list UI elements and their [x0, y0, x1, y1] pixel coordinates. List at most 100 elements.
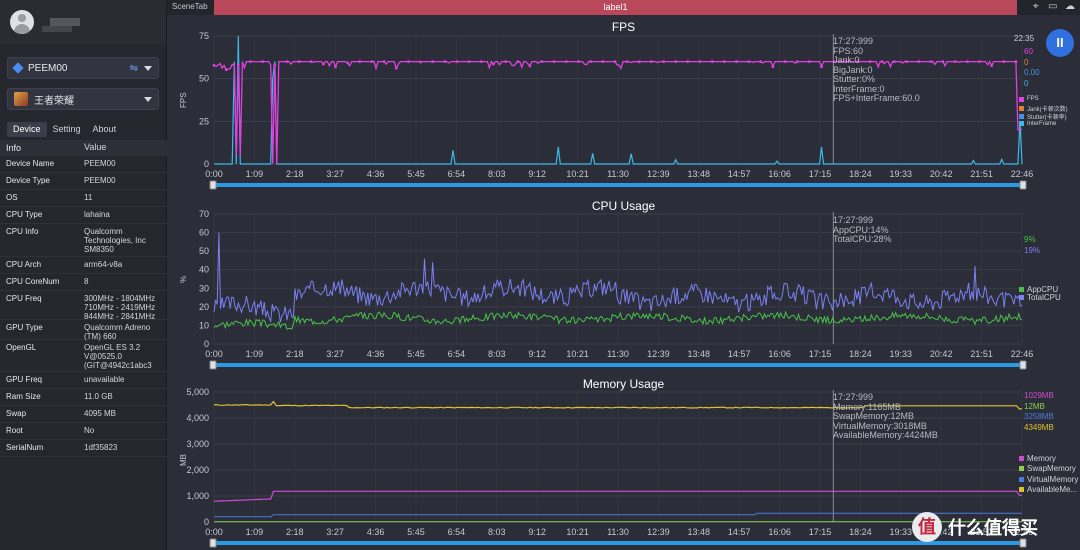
- x-tick-label: 20:42: [930, 169, 953, 179]
- x-tick-label: 2:18: [286, 527, 304, 537]
- legend-label: SwapMemory: [1027, 464, 1076, 474]
- x-tick-label: 3:27: [326, 349, 344, 359]
- user-id-blurred: [42, 26, 72, 32]
- data-point: [321, 62, 325, 66]
- legend-label: FPS: [1027, 96, 1039, 102]
- legend-item[interactable]: TotalCPU: [1019, 293, 1061, 302]
- current-value: 4349MB: [1024, 422, 1054, 432]
- x-tick-label: 1:09: [246, 527, 264, 537]
- data-point: [783, 60, 787, 63]
- app-icon: [14, 92, 28, 106]
- data-point: [273, 63, 277, 67]
- legend-swatch: [1019, 466, 1024, 472]
- data-point: [249, 60, 252, 63]
- watermark-text: 什么值得买: [948, 518, 1038, 538]
- tab-setting[interactable]: Setting: [47, 122, 87, 137]
- cpu-plot: 70 60 50 40 30 20 10 00:00 1:09 2:18 3:27 4:36 5:45 6…: [199, 209, 1033, 370]
- data-point: [710, 60, 714, 63]
- y-tick-label: 3,000: [186, 439, 209, 449]
- x-tick-label: 11:30: [607, 169, 629, 179]
- list-item: Swap 4095 MB: [0, 406, 167, 423]
- data-point: [686, 60, 690, 63]
- user-profile[interactable]: [0, 0, 166, 44]
- info-value: 11: [84, 193, 93, 202]
- data-point: [589, 60, 593, 63]
- data-point: [929, 60, 933, 63]
- hover-tooltip: 17:27:999 AppCPU:14% TotalCPU:28%: [833, 215, 892, 245]
- x-tick-label: 16:06: [768, 527, 791, 537]
- list-item: CPU Freq 300MHz - 1804MHz 710MHz - 2419MH…: [0, 291, 167, 321]
- x-tick-label: 19:33: [890, 349, 913, 359]
- data-point: [795, 60, 799, 63]
- folder-icon[interactable]: ▭: [1048, 1, 1057, 12]
- connection-icon[interactable]: ⇋: [130, 63, 138, 74]
- data-point: [990, 64, 994, 67]
- info-key: Ram Size: [6, 392, 41, 401]
- legend-swatch: [1019, 476, 1024, 482]
- legend-item[interactable]: AvailableMe...: [1019, 485, 1077, 494]
- time-scrollbar: [214, 541, 1022, 545]
- info-key: SerialNum: [6, 443, 44, 452]
- x-tick-label: 10:21: [566, 169, 589, 179]
- legend-item[interactable]: Memory: [1019, 454, 1056, 463]
- list-item: Root No: [0, 423, 167, 440]
- legend-item[interactable]: FPS: [1019, 96, 1039, 102]
- legend-swatch: [1019, 121, 1024, 127]
- current-value: 0: [1024, 78, 1029, 88]
- x-tick-label: 5:45: [407, 527, 425, 537]
- table-header: Info Value: [0, 140, 167, 156]
- data-point: [346, 61, 350, 65]
- info-value: OpenGL ES 3.2 V@0525.0 (GIT@4942c1abc3: [84, 343, 152, 370]
- data-point: [807, 60, 811, 63]
- x-tick-label: 5:45: [407, 349, 425, 359]
- info-key: CPU Info: [6, 227, 39, 236]
- x-tick-label: 6:54: [448, 169, 466, 179]
- tab-about[interactable]: About: [87, 122, 123, 137]
- location-icon[interactable]: ⌖: [1033, 1, 1039, 12]
- y-tick-label: 10: [199, 320, 209, 330]
- legend-item[interactable]: SwapMemory: [1019, 464, 1076, 473]
- legend-swatch: [1019, 106, 1024, 112]
- list-item: OpenGL OpenGL ES 3.2 V@0525.0 (GIT@4942c1…: [0, 340, 167, 372]
- list-item: GPU Type Qualcomm Adreno (TM) 660: [0, 320, 167, 341]
- x-tick-label: 9:12: [528, 349, 546, 359]
- hover-tooltip: 17:27:999 FPS:60 Jank:0 BigJank:0 Stutter:0%…: [833, 36, 920, 104]
- x-tick-label: 11:30: [607, 527, 629, 537]
- data-point: [747, 60, 751, 63]
- data-point: [358, 60, 362, 63]
- cloud-icon[interactable]: ☁: [1065, 1, 1075, 12]
- device-info-table: Info Value Device Name PEEM00 Device Type P…: [0, 140, 167, 457]
- legend-item[interactable]: VirtualMemory: [1019, 475, 1078, 484]
- x-tick-label: 16:06: [768, 169, 791, 179]
- data-point: [309, 60, 313, 63]
- x-tick-label: 12:39: [647, 169, 670, 179]
- x-tick-label: 9:12: [528, 527, 546, 537]
- app-select[interactable]: 王者荣耀: [7, 88, 159, 110]
- list-item: Device Type PEEM00: [0, 173, 167, 190]
- info-value: arm64-v8a: [84, 260, 123, 269]
- info-key: Device Name: [6, 159, 55, 168]
- x-tick-label: 13:48: [688, 169, 711, 179]
- data-point: [601, 60, 605, 63]
- legend-item[interactable]: InterFrame: [1019, 121, 1056, 127]
- tab-device[interactable]: Device: [7, 122, 47, 137]
- device-icon: [12, 62, 24, 74]
- info-key: CPU Type: [6, 210, 43, 219]
- scene-label[interactable]: label1: [214, 0, 1017, 15]
- avatar[interactable]: [10, 10, 34, 34]
- x-tick-label: 18:24: [849, 527, 872, 537]
- top-bar: SceneTab label1 ⌖ ▭ ☁: [167, 0, 1080, 15]
- data-point: [674, 60, 678, 63]
- x-tick-label: 17:15: [809, 527, 832, 537]
- watermark-logo: 值 什么值得买: [912, 509, 1080, 545]
- scene-tab[interactable]: SceneTab: [172, 2, 208, 11]
- data-point: [370, 60, 374, 63]
- data-point: [1014, 60, 1018, 63]
- list-item: Device Name PEEM00: [0, 156, 167, 173]
- legend-label: Memory: [1027, 454, 1056, 463]
- scrollbar-handle-left: [209, 538, 217, 548]
- list-item: CPU Info Qualcomm Technologies, Inc SM835…: [0, 224, 167, 257]
- fps-plot: 75502500:00 1:09 2:18 3:27 4:36 5:45 6:54 8:03 9…: [199, 31, 1033, 190]
- x-tick-label: 0:00: [205, 349, 223, 359]
- device-select[interactable]: PEEM00 ⇋: [7, 57, 159, 79]
